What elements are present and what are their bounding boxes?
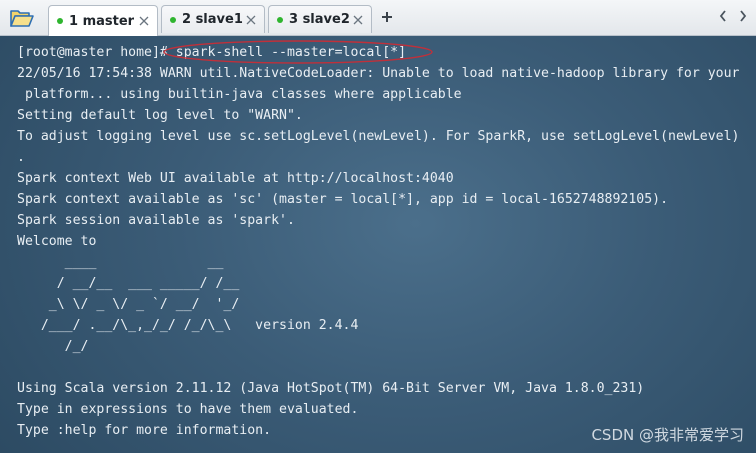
tab-label: 1 master (69, 13, 135, 29)
chevron-right-icon[interactable] (738, 9, 748, 23)
status-dot-icon (277, 16, 283, 23)
terminal-line: Spark context available as 'sc' (master … (17, 192, 669, 207)
open-session-button[interactable] (6, 5, 38, 31)
close-icon[interactable] (246, 15, 256, 25)
tab-master[interactable]: 1 master (48, 5, 158, 36)
folder-open-icon (10, 10, 34, 27)
terminal-line: Type in expressions to have them evaluat… (17, 402, 359, 417)
watermark: CSDN @我非常爱学习 (591, 426, 744, 444)
terminal-output[interactable]: [root@master home]# spark-shell --master… (0, 36, 756, 453)
tab-bar: 1 master 2 slave1 3 slave2 (0, 0, 756, 36)
terminal-line: ____ __ (17, 255, 224, 270)
tab-label: 2 slave1 (182, 12, 243, 27)
terminal-line: 22/05/16 17:54:38 WARN util.NativeCodeLo… (17, 66, 740, 81)
terminal-line: platform... using builtin-java classes w… (17, 87, 462, 102)
tab-label: 3 slave2 (289, 12, 350, 27)
terminal-line: / __/__ ___ _____/ /__ (17, 276, 240, 291)
terminal-line: To adjust logging level use sc.setLogLev… (17, 129, 740, 144)
tab-slave1[interactable]: 2 slave1 (161, 5, 265, 33)
terminal-line: Welcome to (17, 234, 97, 249)
chevron-left-icon[interactable] (718, 9, 728, 23)
terminal-line: Setting default log level to "WARN". (17, 108, 303, 123)
status-dot-icon (57, 18, 63, 24)
terminal-line: Spark session available as 'spark'. (17, 213, 295, 228)
terminal-line: [root@master home]# spark-shell --master… (17, 45, 407, 60)
close-icon[interactable] (139, 16, 149, 26)
add-tab-button[interactable] (378, 8, 396, 26)
terminal-line: . (17, 150, 25, 165)
close-icon[interactable] (353, 15, 363, 25)
tab-scroll-controls (718, 9, 748, 23)
terminal-line: /_/ (17, 339, 89, 354)
terminal-lines: [root@master home]# spark-shell --master… (17, 42, 740, 441)
terminal-line: Spark context Web UI available at http:/… (17, 171, 454, 186)
status-dot-icon (170, 16, 176, 23)
plus-icon (382, 12, 392, 22)
terminal-line: _\ \/ _ \/ _ `/ __/ '_/ (17, 297, 240, 312)
tab-slave2[interactable]: 3 slave2 (268, 5, 372, 33)
terminal-line: Using Scala version 2.11.12 (Java HotSpo… (17, 381, 645, 396)
terminal-line: /___/ .__/\_,_/_/ /_/\_\ version 2.4.4 (17, 318, 359, 333)
